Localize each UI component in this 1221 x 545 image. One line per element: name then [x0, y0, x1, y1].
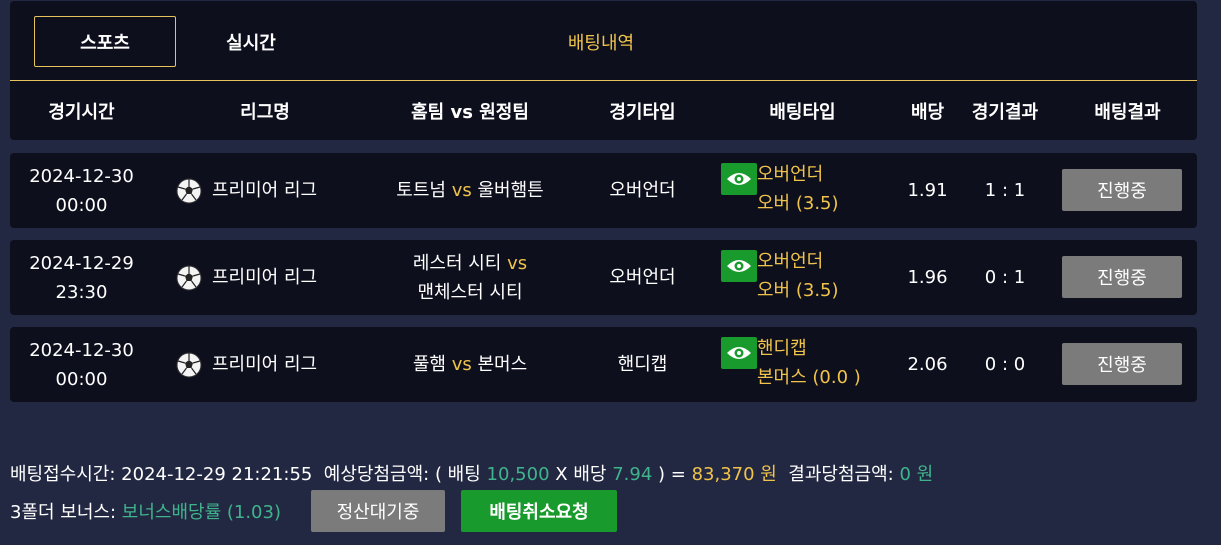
- tab-bar: 스포츠 실시간 배팅내역: [10, 1, 1197, 81]
- column-headers: 경기시간 리그명 홈팀 vs 원정팀 경기타입 배팅타입 배당 경기결과 배팅결…: [10, 82, 1197, 140]
- won-unit: 원: [916, 464, 934, 485]
- bet-type: 오버언더 오버 (3.5): [757, 247, 839, 305]
- bet-pick: 본머스 (0.0 ): [757, 367, 861, 388]
- home-team: 풀햄: [412, 354, 446, 375]
- bet-status-button[interactable]: 진행중: [1062, 256, 1182, 298]
- match-time: 2024-12-29 23:30: [10, 240, 153, 315]
- vs-label: vs: [451, 180, 472, 201]
- away-team: 울버햄튼: [477, 180, 544, 201]
- match-clock: 00:00: [55, 368, 108, 390]
- match-clock: 23:30: [55, 281, 108, 303]
- equals-label: ) =: [658, 464, 686, 485]
- table-row: 2024-12-29 23:30 프리미어 리그 레스터 시티 vs 맨체스터 시티…: [10, 240, 1197, 315]
- match-date: 2024-12-30: [29, 339, 134, 361]
- bonus-label: 3폴더 보너스:: [10, 502, 117, 523]
- col-league: 리그명: [240, 102, 290, 123]
- odds: 2.06: [907, 354, 948, 375]
- bet-type: 오버언더 오버 (3.5): [757, 160, 839, 218]
- match-result: 1 : 1: [984, 180, 1026, 201]
- col-bet-type: 배팅타입: [769, 102, 836, 123]
- result-amount: 0: [899, 464, 911, 485]
- league-name: 프리미어 리그: [212, 180, 318, 201]
- bonus-row: 3폴더 보너스: 보너스배당률 (1.03) 정산대기중 배팅취소요청: [10, 490, 617, 532]
- odds: 1.96: [907, 267, 948, 288]
- cancel-bet-button[interactable]: 배팅취소요청: [461, 490, 617, 532]
- league-cell: 프리미어 리그: [172, 327, 352, 402]
- bet-amount: 10,500: [486, 464, 550, 485]
- bet-type-name: 핸디캡: [757, 338, 807, 359]
- match-time: 2024-12-30 00:00: [10, 327, 153, 402]
- match-result: 0 : 0: [984, 354, 1026, 375]
- teams-cell: 레스터 시티 vs 맨체스터 시티: [370, 240, 570, 315]
- match-date: 2024-12-29: [29, 252, 134, 274]
- eye-icon[interactable]: [721, 163, 757, 195]
- expected-label: 예상당첨금액: ( 배팅: [323, 464, 481, 485]
- eye-icon[interactable]: [721, 250, 757, 282]
- col-game-type: 경기타입: [609, 102, 676, 123]
- bet-type-name: 오버언더: [757, 164, 824, 185]
- soccer-ball-icon: [176, 265, 202, 290]
- eye-icon[interactable]: [721, 337, 757, 369]
- col-match-time: 경기시간: [48, 102, 115, 123]
- bet-summary: 배팅접수시간: 2024-12-29 21:21:55 예상당첨금액: ( 배팅…: [10, 460, 933, 486]
- bet-history-header: 스포츠 실시간 배팅내역 경기시간 리그명 홈팀 vs 원정팀 경기타입 배팅타…: [10, 1, 1197, 140]
- match-clock: 00:00: [55, 194, 108, 216]
- game-type: 오버언더: [609, 267, 676, 288]
- received-label: 배팅접수시간:: [10, 464, 116, 485]
- bet-pick: 오버 (3.5): [757, 193, 839, 214]
- away-team: 맨체스터 시티: [417, 281, 523, 303]
- bonus-value: 보너스배당률 (1.03): [121, 502, 281, 523]
- league-name: 프리미어 리그: [212, 267, 318, 288]
- soccer-ball-icon: [176, 178, 202, 203]
- home-team: 레스터 시티: [412, 252, 502, 274]
- odds: 1.91: [907, 180, 948, 201]
- soccer-ball-icon: [176, 352, 202, 377]
- x-odds-label: X 배당: [555, 464, 607, 485]
- tab-sports[interactable]: 스포츠: [34, 16, 176, 67]
- table-row: 2024-12-30 00:00 프리미어 리그 풀햄 vs 본머스 핸디캡 핸디…: [10, 327, 1197, 402]
- won-unit: 원: [760, 464, 777, 485]
- settlement-pending-button[interactable]: 정산대기중: [311, 490, 445, 532]
- home-team: 토트넘: [396, 180, 446, 201]
- teams-cell: 풀햄 vs 본머스: [370, 327, 570, 402]
- expected-amount: 83,370: [691, 464, 755, 485]
- match-date: 2024-12-30: [29, 165, 134, 187]
- bet-status-button[interactable]: 진행중: [1062, 169, 1182, 211]
- game-type: 핸디캡: [617, 354, 668, 375]
- away-team: 본머스: [477, 354, 528, 375]
- tab-bet-history[interactable]: 배팅내역: [530, 16, 672, 67]
- vs-label: vs: [451, 354, 472, 375]
- league-cell: 프리미어 리그: [172, 153, 352, 228]
- bet-type-name: 오버언더: [757, 251, 824, 272]
- match-time: 2024-12-30 00:00: [10, 153, 153, 228]
- game-type: 오버언더: [609, 180, 676, 201]
- tab-live[interactable]: 실시간: [180, 16, 322, 67]
- received-time: 2024-12-29 21:21:55: [121, 464, 313, 485]
- vs-label: vs: [507, 252, 528, 274]
- col-bet-result: 배팅결과: [1094, 102, 1161, 123]
- bet-status-button[interactable]: 진행중: [1062, 343, 1182, 385]
- result-label: 결과당첨금액:: [788, 464, 894, 485]
- match-result: 0 : 1: [984, 267, 1026, 288]
- league-cell: 프리미어 리그: [172, 240, 352, 315]
- teams-cell: 토트넘 vs 울버햄튼: [370, 153, 570, 228]
- bet-pick: 오버 (3.5): [757, 280, 839, 301]
- total-odds: 7.94: [612, 464, 653, 485]
- col-teams: 홈팀 vs 원정팀: [411, 102, 529, 123]
- table-row: 2024-12-30 00:00 프리미어 리그 토트넘 vs 울버햄튼 오버언더…: [10, 153, 1197, 228]
- col-odds: 배당: [910, 102, 945, 123]
- bet-type: 핸디캡 본머스 (0.0 ): [757, 334, 861, 392]
- col-match-result: 경기결과: [971, 102, 1039, 123]
- league-name: 프리미어 리그: [212, 354, 318, 375]
